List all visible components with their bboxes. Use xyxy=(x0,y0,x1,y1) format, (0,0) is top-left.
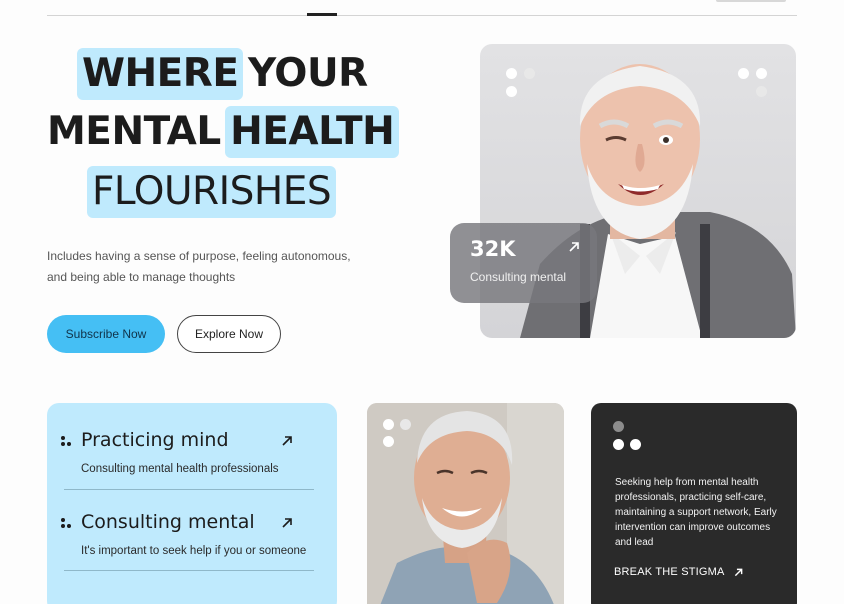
stat-value: 32K xyxy=(470,237,516,261)
stat-label: Consulting mental xyxy=(470,270,567,284)
hero-description-line-2: and being able to manage thoughts xyxy=(47,270,236,284)
headline-line-3: FLOURISHES xyxy=(87,166,337,218)
feature-title: Practicing mind xyxy=(81,429,229,451)
arrow-up-right-icon xyxy=(734,568,742,576)
top-nav-pill[interactable] xyxy=(716,0,786,2)
dots-icon xyxy=(61,518,71,528)
arrow-up-right-icon xyxy=(569,242,579,252)
headline-word-health: HEALTH xyxy=(225,106,400,158)
photo-smiling-older-man xyxy=(367,403,564,604)
hero-description: Includes having a sense of purpose, feel… xyxy=(47,246,367,288)
feature-subtitle: It's important to seek help if you or so… xyxy=(81,545,307,557)
feature-divider xyxy=(64,489,314,490)
stat-card[interactable]: 32K Consulting mental xyxy=(450,223,597,303)
arrow-up-right-icon[interactable] xyxy=(280,516,294,530)
photo-smiling-man-illustration xyxy=(367,403,564,604)
feature-subtitle: Consulting mental health professionals xyxy=(81,463,279,475)
subscribe-button[interactable]: Subscribe Now xyxy=(47,315,165,353)
headline-line-2: MENTAL HEALTH xyxy=(47,106,400,158)
headline-word-mental: MENTAL xyxy=(47,109,221,154)
explore-button[interactable]: Explore Now xyxy=(177,315,281,353)
break-the-stigma-link[interactable]: BREAK THE STIGMA xyxy=(614,566,744,578)
stigma-description: Seeking help from mental health professi… xyxy=(615,477,777,548)
feature-divider xyxy=(64,570,314,571)
headline-word-where: WHERE xyxy=(77,48,244,100)
features-card: Practicing mind Consulting mental health… xyxy=(47,403,337,604)
headline-word-flourishes: FLOURISHES xyxy=(87,166,337,218)
break-the-stigma-label: BREAK THE STIGMA xyxy=(614,566,725,578)
hero-description-line-1: Includes having a sense of purpose, feel… xyxy=(47,249,351,263)
top-divider xyxy=(47,15,797,16)
active-tab-indicator xyxy=(307,13,337,16)
arrow-up-right-icon[interactable] xyxy=(280,434,294,448)
headline-line-1: WHERE YOUR xyxy=(77,48,368,100)
dots-icon xyxy=(61,436,71,446)
feature-title: Consulting mental xyxy=(81,511,255,533)
stigma-card: Seeking help from mental health professi… xyxy=(591,403,797,604)
headline-word-your: YOUR xyxy=(247,51,368,96)
